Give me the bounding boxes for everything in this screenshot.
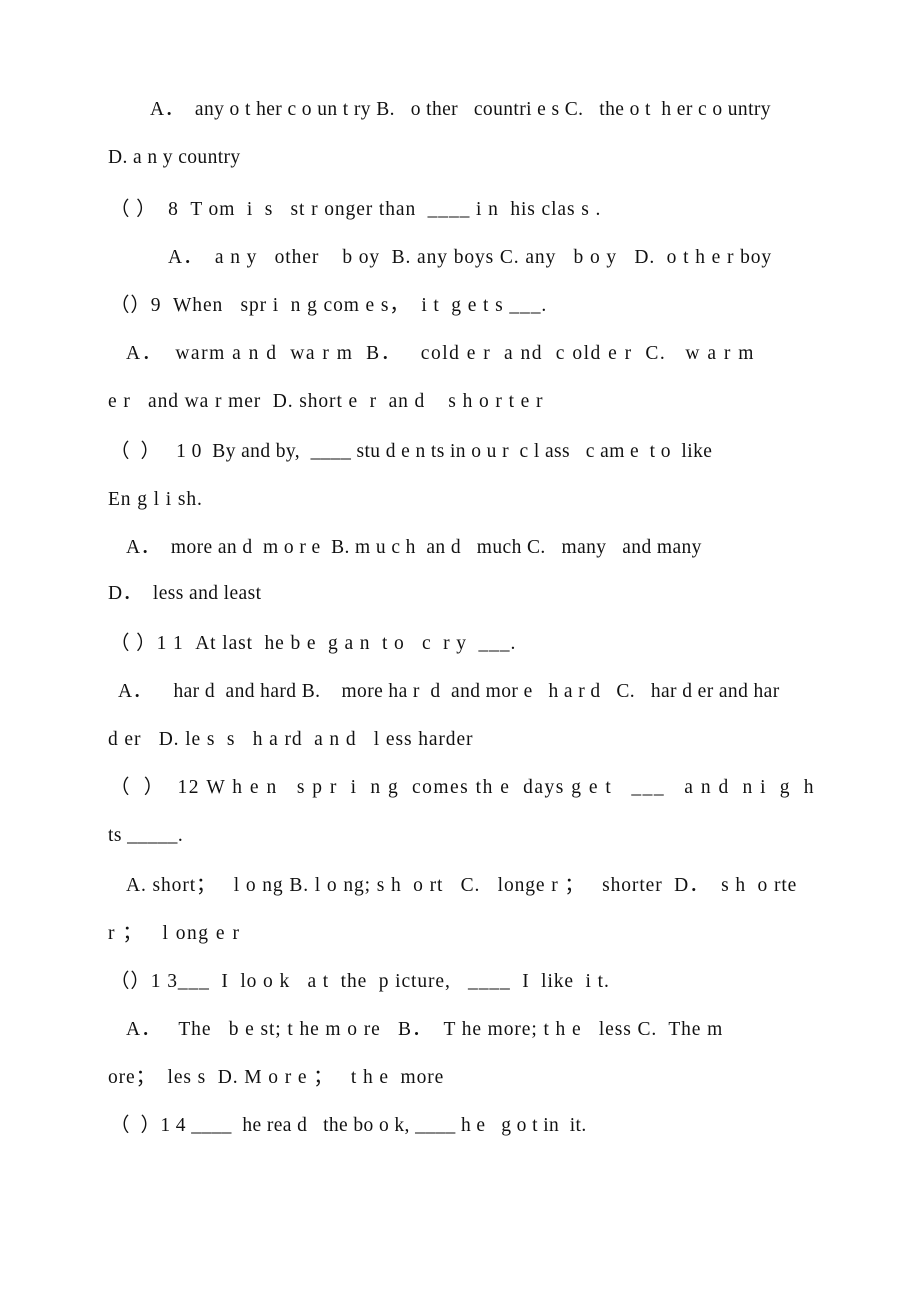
document-line: r ； l ong e r [108, 923, 241, 944]
document-line: A． warm a n d wa r m B． cold e r a nd c … [126, 343, 755, 364]
document-line: （）1 3___ I lo o k a t the p icture, ____… [110, 971, 610, 992]
document-line: ts _____. [108, 825, 184, 846]
document-line: d er D. le s s h a rd a n d l ess harder [108, 729, 474, 750]
document-line: ore； les s D. M o r e ； t h e more [108, 1067, 445, 1088]
document-line: D. a n y country [108, 147, 241, 168]
document-line: （ ）1 4 ____ he rea d the bo o k, ____ h … [110, 1115, 587, 1136]
document-line: A． any o t her c o un t ry B. o ther cou… [150, 99, 771, 120]
document-page: A． any o t her c o un t ry B. o ther cou… [0, 0, 920, 1302]
document-line: D． less and least [108, 583, 262, 604]
document-line: A． more an d m o r e B. m u c h an d muc… [126, 537, 702, 558]
document-line: A. short； l o ng B. l o ng; s h o rt C. … [126, 875, 798, 896]
document-line: （ ） 1 0 By and by, ____ stu d e n ts in … [110, 441, 713, 462]
document-line: En g l i sh. [108, 489, 203, 510]
document-line: A． The b e st; t he m o re B． T he more;… [126, 1019, 724, 1040]
document-line: （ ） 12 W h e n s p r i n g comes th e da… [110, 777, 815, 798]
document-line: A． har d and hard B. more ha r d and mor… [118, 681, 780, 702]
document-line: （ ） 8 T om i s st r onger than ____ i n … [110, 199, 602, 220]
document-line: A． a n y other b oy B. any boys C. any b… [168, 247, 773, 268]
document-line: （ ）1 1 At last he b e g a n t o c r y __… [110, 633, 517, 654]
document-line: e r and wa r mer D. short e r an d s h o… [108, 391, 544, 412]
document-line: （）9 When spr i n g com e s， i t g e t s … [110, 295, 548, 316]
